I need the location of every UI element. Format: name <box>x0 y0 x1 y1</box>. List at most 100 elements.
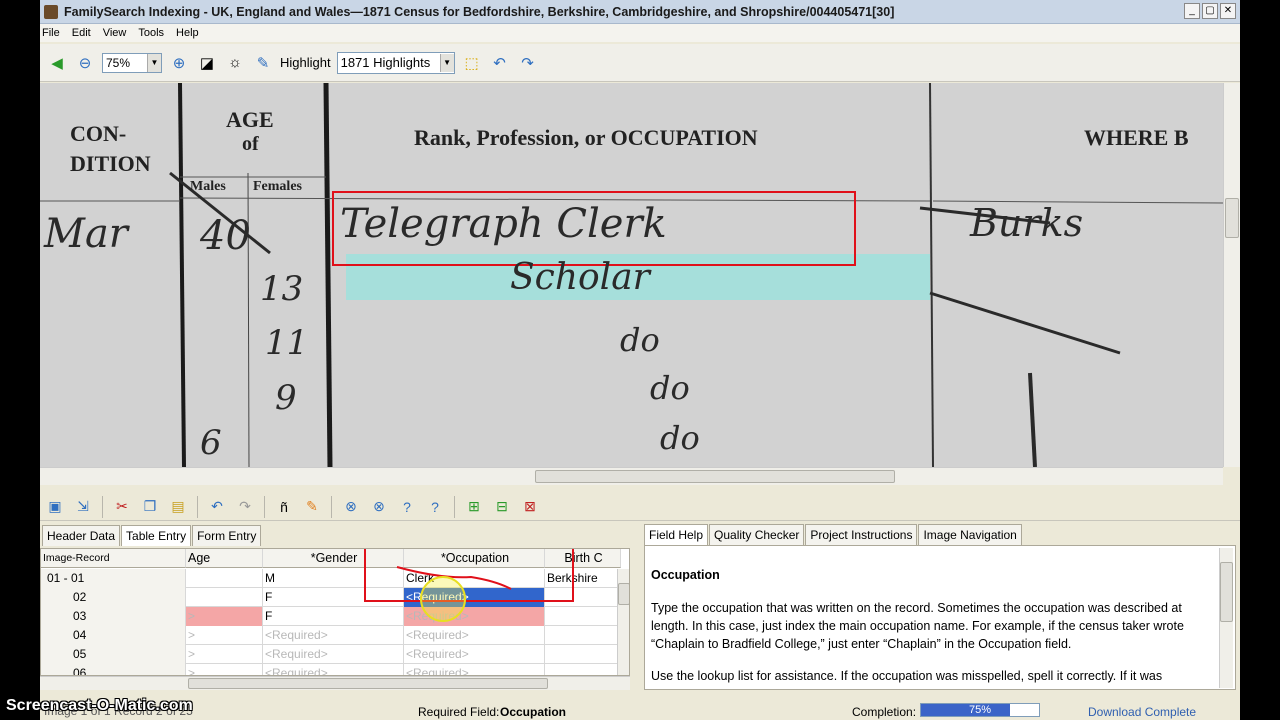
help-vertical-scrollbar[interactable] <box>1219 548 1233 688</box>
image-vertical-scrollbar[interactable] <box>1223 83 1240 467</box>
zoom-in-icon[interactable]: ⊕ <box>168 52 190 74</box>
age-cell[interactable] <box>186 569 263 588</box>
toolbar-divider <box>197 495 198 518</box>
age-cell[interactable]: > <box>186 626 263 645</box>
chevron-down-icon[interactable]: ▼ <box>439 53 454 72</box>
tab-quality-checker[interactable]: Quality Checker <box>709 524 805 545</box>
birth-cell[interactable] <box>545 588 621 607</box>
gender-cell[interactable]: F <box>263 588 404 607</box>
blank-field-icon[interactable]: ⊗ <box>340 496 362 518</box>
tab-form-entry[interactable]: Form Entry <box>192 525 262 546</box>
mark-field-icon[interactable]: ✎ <box>301 496 323 518</box>
menu-tools[interactable]: Tools <box>138 27 164 39</box>
rotate-left-icon[interactable]: ↶ <box>489 52 511 74</box>
menu-view[interactable]: View <box>103 27 127 39</box>
occupation-cell[interactable]: <Required> <box>404 626 545 645</box>
tab-header-data[interactable]: Header Data <box>42 525 121 546</box>
menu-file[interactable]: File <box>42 27 60 39</box>
scroll-thumb[interactable] <box>618 583 629 605</box>
tab-field-help[interactable]: Field Help <box>644 524 709 545</box>
table-row[interactable]: 06 > <Required> <Required> <box>41 664 621 675</box>
occupation-cell-selected[interactable]: <Required> <box>404 588 545 607</box>
table-row[interactable]: 03 > F <Required> <box>41 607 621 626</box>
menu-help[interactable]: Help <box>176 27 199 39</box>
birth-cell[interactable] <box>545 645 621 664</box>
gender-cell[interactable]: <Required> <box>263 626 404 645</box>
highlight-value: 1871 Highlights <box>340 55 431 70</box>
scroll-thumb[interactable] <box>1220 562 1233 622</box>
back-arrow-icon[interactable]: ◀ <box>46 52 68 74</box>
highlight-icon[interactable]: ✎ <box>252 52 274 74</box>
special-character-icon[interactable]: ñ <box>273 496 295 518</box>
paste-icon[interactable]: ▤ <box>167 496 189 518</box>
age-cell[interactable]: > <box>186 664 263 675</box>
occupation-cell[interactable]: Clerk <box>404 569 545 588</box>
redo-icon[interactable]: ↷ <box>234 496 256 518</box>
record-cell: 01 - 01 <box>41 569 186 588</box>
insert-row-icon[interactable]: ⊞ <box>463 496 485 518</box>
duplicate-row-icon[interactable]: ⊟ <box>491 496 513 518</box>
grid-horizontal-scrollbar[interactable] <box>40 676 630 690</box>
image-horizontal-scrollbar[interactable] <box>40 467 1223 485</box>
cut-icon[interactable]: ✂ <box>111 496 133 518</box>
column-header-image-record[interactable]: Image-Record <box>41 549 186 568</box>
window-controls: _ ▢ ✕ <box>1184 3 1236 19</box>
gender-cell[interactable]: <Required> <box>263 645 404 664</box>
maximize-button[interactable]: ▢ <box>1202 3 1218 19</box>
occupation-cell[interactable]: <Required> <box>404 664 545 675</box>
scroll-thumb[interactable] <box>535 470 895 483</box>
tab-table-entry[interactable]: Table Entry <box>121 525 192 546</box>
menu-edit[interactable]: Edit <box>72 27 91 39</box>
where-header: WHERE B <box>1084 125 1189 150</box>
blank-record-icon[interactable]: ⊗ <box>368 496 390 518</box>
chevron-down-icon[interactable]: ▼ <box>147 53 161 72</box>
age-cell[interactable] <box>186 588 263 607</box>
table-row[interactable]: 04 > <Required> <Required> <box>41 626 621 645</box>
birth-cell[interactable] <box>545 607 621 626</box>
grid-vertical-scrollbar[interactable] <box>617 569 629 675</box>
gender-cell[interactable]: M <box>263 569 404 588</box>
invert-image-icon[interactable]: ◪ <box>196 52 218 74</box>
handwriting-occupation-3: do <box>620 321 660 359</box>
age-cell[interactable]: > <box>186 645 263 664</box>
scroll-thumb[interactable] <box>188 678 548 689</box>
column-header-gender[interactable]: *Gender <box>263 549 404 568</box>
column-header-age[interactable]: Age <box>186 549 263 568</box>
birth-cell[interactable] <box>545 626 621 645</box>
birth-cell[interactable]: Berkshire <box>545 569 621 588</box>
undo-icon[interactable]: ↶ <box>206 496 228 518</box>
brightness-icon[interactable]: ☼ <box>224 52 246 74</box>
delete-row-icon[interactable]: ⊠ <box>519 496 541 518</box>
unreadable-field-icon[interactable]: ? <box>396 496 418 518</box>
occupation-cell[interactable]: <Required> <box>404 645 545 664</box>
table-row[interactable]: 01 - 01 M Clerk Berkshire <box>41 569 621 588</box>
record-image-viewer[interactable]: CON- DITION AGE of Males Females Rank, P… <box>40 83 1223 467</box>
birth-cell[interactable] <box>545 664 621 675</box>
toolbar-divider <box>454 495 455 518</box>
submit-icon[interactable]: ⇲ <box>72 496 94 518</box>
tab-project-instructions[interactable]: Project Instructions <box>805 524 918 545</box>
unreadable-record-icon[interactable]: ? <box>424 496 446 518</box>
table-row[interactable]: 02 F <Required> <box>41 588 621 607</box>
gender-cell[interactable]: <Required> <box>263 664 404 675</box>
rotate-right-icon[interactable]: ↷ <box>517 52 539 74</box>
handwriting-age-4: 9 <box>275 378 297 418</box>
save-icon[interactable]: ▣ <box>44 496 66 518</box>
occupation-cell[interactable]: <Required> <box>404 607 545 626</box>
gender-cell[interactable]: F <box>263 607 404 626</box>
minimize-button[interactable]: _ <box>1184 3 1200 19</box>
close-button[interactable]: ✕ <box>1220 3 1236 19</box>
required-field-label: Required Field: <box>418 705 500 719</box>
age-cell[interactable]: > <box>186 607 263 626</box>
zoom-out-icon[interactable]: ⊖ <box>74 52 96 74</box>
ruler-icon[interactable]: ⬚ <box>461 52 483 74</box>
column-header-occupation[interactable]: *Occupation <box>404 549 545 568</box>
zoom-select[interactable]: 75% ▼ <box>102 52 162 73</box>
copy-icon[interactable]: ❐ <box>139 496 161 518</box>
table-row[interactable]: 05 > <Required> <Required> <box>41 645 621 664</box>
tab-image-navigation[interactable]: Image Navigation <box>918 524 1022 545</box>
highlight-select[interactable]: 1871 Highlights ▼ <box>336 51 455 74</box>
column-header-birth[interactable]: Birth C <box>545 549 621 568</box>
handwriting-age-1: 40 <box>200 213 251 259</box>
scroll-thumb[interactable] <box>1225 198 1239 238</box>
